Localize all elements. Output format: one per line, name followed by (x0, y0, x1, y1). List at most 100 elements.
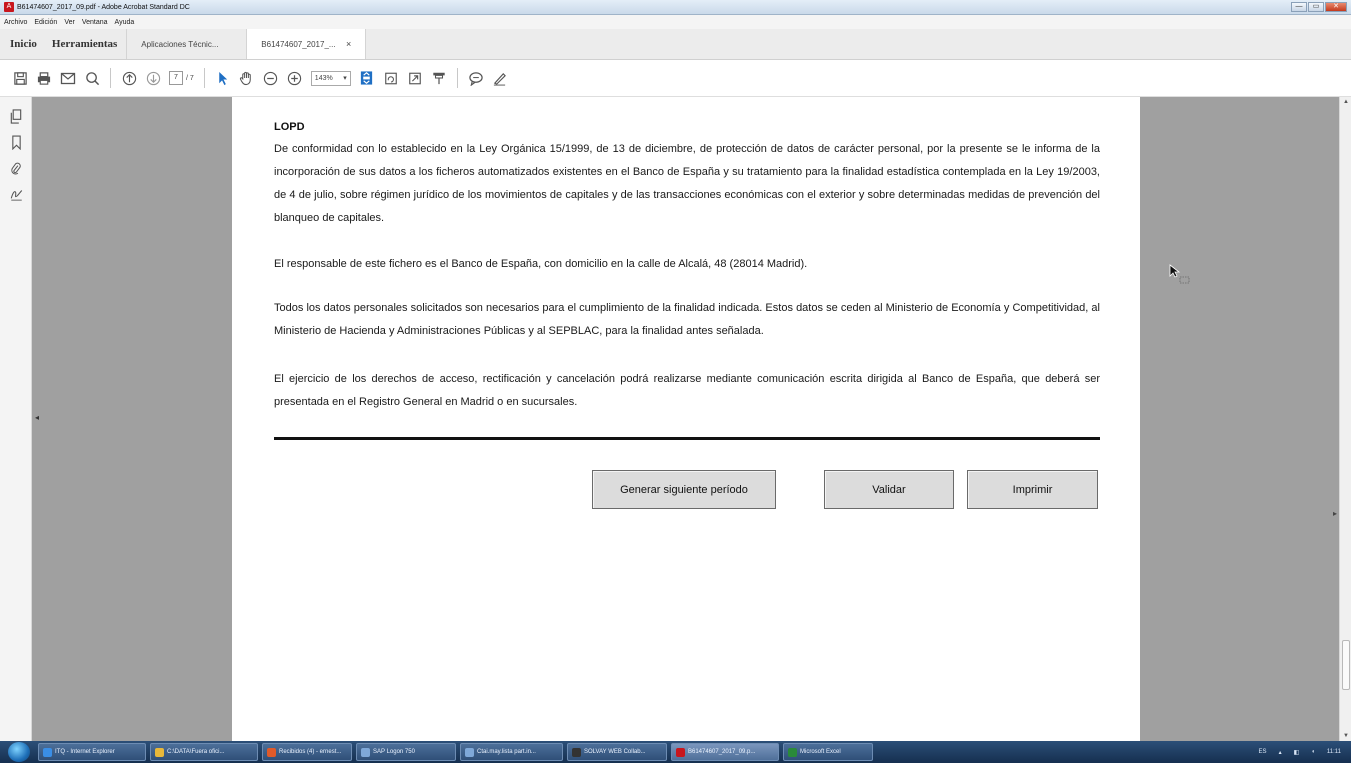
menu-bar: Archivo Edición Ver Ventana Ayuda (0, 15, 1351, 29)
tab-document-active[interactable]: B61474607_2017_... × (246, 29, 367, 59)
toolbar-separator (110, 68, 111, 88)
windows-taskbar: ITQ - Internet Explorer C:\DATA\Fuera of… (0, 741, 1351, 763)
zoom-out-icon[interactable] (259, 66, 283, 90)
page-number-input[interactable]: 7 (169, 71, 183, 85)
search-icon[interactable] (80, 66, 104, 90)
hand-icon[interactable] (235, 66, 259, 90)
window-controls: — ▭ ✕ (1291, 2, 1347, 12)
acrobat-icon: A (4, 2, 14, 12)
language-indicator[interactable]: ES (1259, 749, 1267, 755)
zoom-value: 143% (314, 74, 333, 82)
taskbar-item-sap-logon[interactable]: SAP Logon 750 (356, 743, 456, 761)
zoom-select[interactable]: 143% ▾ (310, 70, 351, 86)
taskbar-item-label: SOLVAY WEB Collab... (584, 749, 646, 755)
system-tray: ES ▴ ◧ ◖ 11:11 (1259, 741, 1341, 763)
mail-app-icon (267, 747, 276, 757)
folder-icon (155, 747, 164, 757)
page-down-icon[interactable] (141, 66, 165, 90)
pen-icon[interactable] (488, 66, 512, 90)
clock[interactable]: 11:11 (1327, 749, 1341, 755)
minimize-button[interactable]: — (1291, 2, 1307, 12)
chevron-down-icon: ▾ (343, 75, 347, 82)
window-title: B61474607_2017_09.pdf - Adobe Acrobat St… (17, 3, 190, 11)
taskbar-item-label: Microsoft Excel (800, 749, 841, 755)
menu-ver[interactable]: Ver (64, 19, 75, 26)
save-icon[interactable] (8, 66, 32, 90)
rotate-icon[interactable] (379, 66, 403, 90)
validate-button[interactable]: Validar (824, 470, 954, 509)
print-icon[interactable] (32, 66, 56, 90)
generate-next-period-button[interactable]: Generar siguiente período (592, 470, 776, 509)
page-navigator: 7 / 7 (169, 71, 194, 85)
pdf-page: LOPD De conformidad con lo establecido e… (232, 97, 1140, 741)
taskbar-item-label: ITQ - Internet Explorer (55, 749, 115, 755)
taskbar-item-label: B61474607_2017_09.p... (688, 749, 756, 755)
taskbar-item-sap-list[interactable]: Ctai.may.lista part.in... (460, 743, 563, 761)
lopd-paragraph-4: El ejercicio de los derechos de acceso, … (274, 373, 1100, 408)
attachment-icon[interactable] (0, 155, 32, 181)
acrobat-icon (676, 747, 685, 757)
taskbar-item-internet-explorer[interactable]: ITQ - Internet Explorer (38, 743, 146, 761)
comment-icon[interactable] (464, 66, 488, 90)
tab-bar: Inicio Herramientas Aplicaciones Técnic.… (0, 29, 1351, 60)
taskbar-item-excel[interactable]: Microsoft Excel (783, 743, 873, 761)
bookmark-icon[interactable] (0, 129, 32, 155)
start-button[interactable] (8, 742, 30, 762)
maximize-button[interactable]: ▭ (1308, 2, 1324, 12)
taskbar-item-label: SAP Logon 750 (373, 749, 415, 755)
toolbar: 7 / 7 143% ▾ (0, 60, 1351, 97)
network-icon[interactable]: ◧ (1294, 749, 1300, 756)
left-navigation-panel (0, 97, 32, 741)
tray-arrow-icon[interactable]: ▴ (1279, 749, 1282, 756)
email-icon[interactable] (56, 66, 80, 90)
volume-icon[interactable]: ◖ (1311, 749, 1315, 755)
lopd-paragraph-3: Todos los datos personales solicitados s… (274, 302, 1100, 337)
taskbar-item-label: C:\DATA\Fuera ofici... (167, 749, 225, 755)
internet-explorer-icon (43, 747, 52, 757)
tab-label: Aplicaciones Técnic... (141, 39, 219, 49)
tab-home[interactable]: Inicio (0, 29, 43, 59)
zoom-in-icon[interactable] (283, 66, 307, 90)
toolbar-separator (456, 68, 458, 88)
sap-icon (465, 747, 474, 757)
tab-close-icon[interactable]: × (346, 39, 351, 49)
menu-archivo[interactable]: Archivo (4, 19, 27, 26)
taskbar-item-mail[interactable]: Recibidos (4) - ernest... (262, 743, 352, 761)
tab-tools[interactable]: Herramientas (43, 29, 126, 59)
taskbar-item-acrobat[interactable]: B61474607_2017_09.p... (671, 743, 779, 761)
excel-icon (788, 747, 797, 757)
stamp-icon[interactable] (427, 66, 451, 90)
scrollbar-thumb[interactable] (1342, 640, 1350, 690)
tab-document-aplicaciones[interactable]: Aplicaciones Técnic... (126, 29, 246, 59)
close-button[interactable]: ✕ (1325, 2, 1347, 12)
print-button[interactable]: Imprimir (967, 470, 1098, 509)
vertical-scrollbar[interactable]: ▲ ▼ (1339, 97, 1351, 741)
divider-line (274, 437, 1100, 440)
toolbar-separator (203, 68, 205, 88)
title-bar: A B61474607_2017_09.pdf - Adobe Acrobat … (0, 0, 1351, 15)
mouse-pointer-icon (1169, 264, 1193, 286)
taskbar-item-explorer-folder[interactable]: C:\DATA\Fuera ofici... (150, 743, 258, 761)
page-total: / 7 (186, 74, 194, 82)
lopd-paragraph-1: De conformidad con lo establecido en la … (274, 143, 1100, 224)
menu-ventana[interactable]: Ventana (82, 19, 108, 26)
document-viewport[interactable]: ◂ LOPD De conformidad con lo establecido… (32, 97, 1339, 741)
collapse-right-icon[interactable]: ▸ (1333, 509, 1337, 518)
scroll-up-icon[interactable]: ▲ (1343, 99, 1349, 105)
fullscreen-icon[interactable] (403, 66, 427, 90)
page-up-icon[interactable] (117, 66, 141, 90)
collapse-left-icon[interactable]: ◂ (35, 413, 39, 422)
signature-icon[interactable] (0, 181, 32, 207)
scroll-down-icon[interactable]: ▼ (1343, 733, 1349, 739)
menu-edicion[interactable]: Edición (34, 19, 57, 26)
sap-icon (361, 747, 370, 757)
lopd-heading: LOPD (274, 121, 305, 133)
taskbar-item-label: Recibidos (4) - ernest... (279, 749, 342, 755)
menu-ayuda[interactable]: Ayuda (115, 19, 135, 26)
tab-label: B61474607_2017_... (261, 39, 336, 49)
fit-page-icon[interactable] (355, 66, 379, 90)
app-icon (572, 747, 581, 757)
select-arrow-icon[interactable] (211, 66, 235, 90)
taskbar-item-solvay-web[interactable]: SOLVAY WEB Collab... (567, 743, 667, 761)
page-thumbnails-icon[interactable] (0, 103, 32, 129)
